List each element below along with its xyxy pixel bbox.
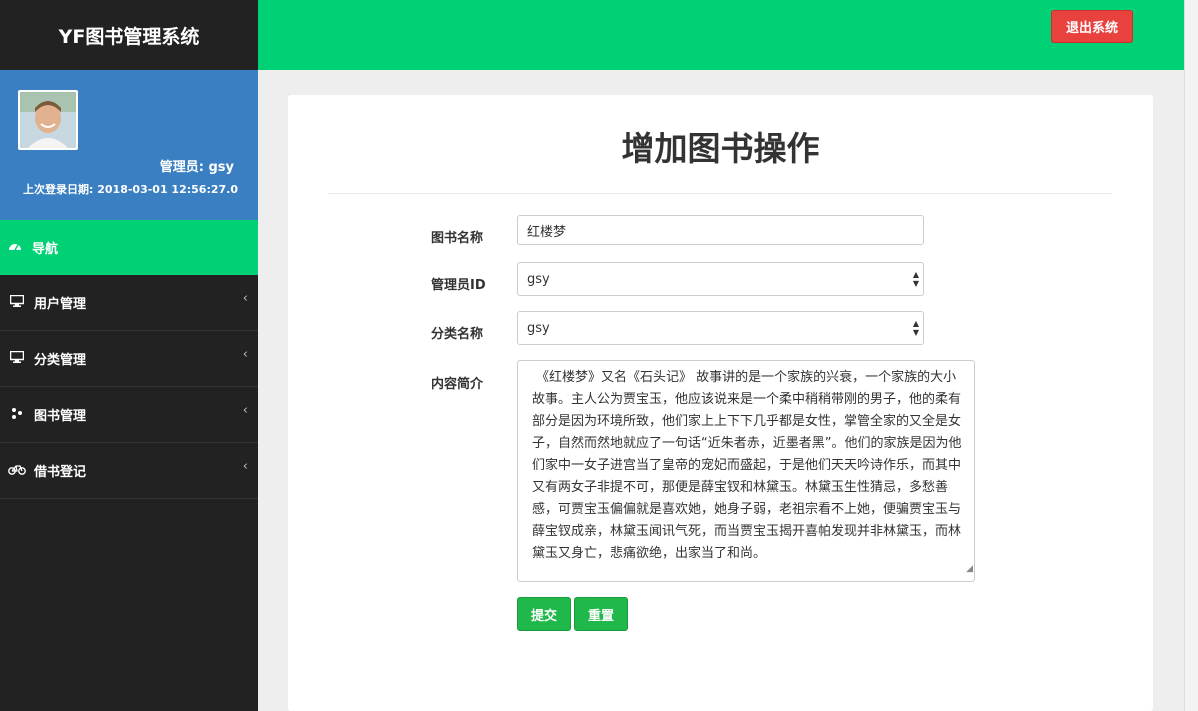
select-arrows-icon: ▲ ▼	[912, 270, 919, 288]
category-label: 分类名称	[431, 327, 484, 342]
avatar	[18, 90, 78, 150]
sidebar-item-label: 借书登记	[34, 465, 87, 480]
dashboard-icon	[8, 240, 22, 255]
sidebar: YF图书管理系统 管理员: gsy 上次登录日期: 2018-03-01 12:…	[0, 0, 258, 711]
sidebar-item-book-management[interactable]: 图书管理 ‹	[0, 387, 258, 443]
logout-button[interactable]: 退出系统	[1051, 10, 1133, 43]
bicycle-icon	[8, 464, 26, 478]
category-select[interactable]: gsy ▲ ▼	[517, 311, 924, 345]
top-bar: 退出系统	[258, 0, 1184, 70]
submit-button[interactable]: 提交	[517, 597, 571, 631]
share-icon	[8, 407, 26, 422]
sidebar-item-borrow-register[interactable]: 借书登记 ‹	[0, 443, 258, 499]
page-title: 增加图书操作	[621, 129, 820, 168]
monitor-icon	[8, 350, 26, 366]
chevron-left-icon: ‹	[242, 459, 248, 474]
sidebar-item-label: 图书管理	[34, 409, 87, 424]
admin-id-value: gsy	[527, 271, 550, 287]
chevron-left-icon: ‹	[242, 347, 248, 362]
category-value: gsy	[527, 320, 550, 336]
book-name-input[interactable]: 红楼梦	[517, 215, 924, 245]
book-name-label: 图书名称	[431, 231, 484, 246]
summary-textarea[interactable]: 《红楼梦》又名《石头记》 故事讲的是一个家族的兴衰，一个家族的大小故事。主人公为…	[517, 360, 975, 582]
nav-header[interactable]: 导航	[0, 220, 258, 275]
book-name-value: 红楼梦	[527, 224, 567, 240]
sidebar-item-label: 用户管理	[34, 297, 87, 312]
sidebar-item-label: 分类管理	[34, 353, 87, 368]
chevron-left-icon: ‹	[242, 403, 248, 418]
summary-label: 内容简介	[431, 377, 484, 392]
admin-id-label: 管理员ID	[431, 278, 486, 293]
summary-value: 《红楼梦》又名《石头记》 故事讲的是一个家族的兴衰，一个家族的大小故事。主人公为…	[532, 370, 962, 561]
resize-handle-icon[interactable]: ◢	[962, 558, 973, 580]
admin-name: 管理员: gsy	[159, 160, 234, 175]
admin-id-select[interactable]: gsy ▲ ▼	[517, 262, 924, 296]
add-book-panel: 增加图书操作 图书名称 红楼梦 管理员ID gsy ▲ ▼ 分类名称 gsy ▲ ▼…	[288, 95, 1153, 711]
user-panel: 管理员: gsy 上次登录日期: 2018-03-01 12:56:27.0	[0, 70, 258, 220]
scrollbar[interactable]	[1184, 0, 1198, 711]
select-arrows-icon: ▲ ▼	[912, 319, 919, 337]
last-login-date: 上次登录日期: 2018-03-01 12:56:27.0	[23, 183, 238, 196]
chevron-left-icon: ‹	[242, 291, 248, 306]
sidebar-item-user-management[interactable]: 用户管理 ‹	[0, 275, 258, 331]
divider	[328, 193, 1112, 194]
nav-header-label: 导航	[32, 242, 59, 257]
reset-button[interactable]: 重置	[574, 597, 628, 631]
app-brand: YF图书管理系统	[0, 0, 258, 70]
monitor-icon	[8, 294, 26, 310]
sidebar-item-category-management[interactable]: 分类管理 ‹	[0, 331, 258, 387]
